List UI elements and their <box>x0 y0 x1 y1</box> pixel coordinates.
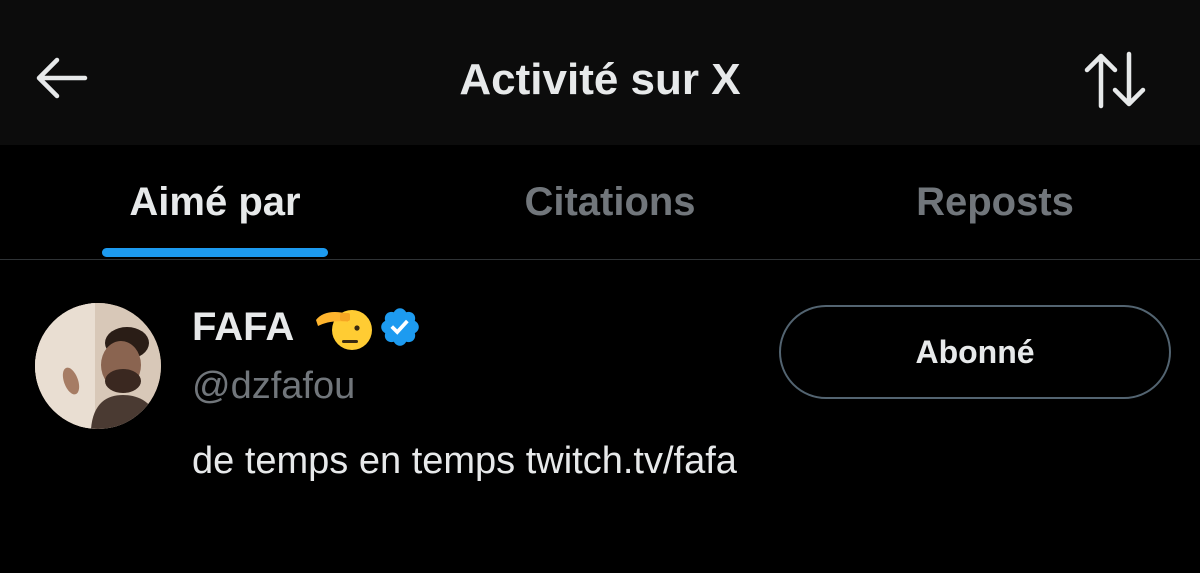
tab-bar: Aimé par Citations Reposts <box>0 145 1200 260</box>
tab-quotes[interactable]: Citations <box>490 145 730 259</box>
user-handle[interactable]: @dzfafou <box>192 362 355 410</box>
sort-button[interactable] <box>1080 48 1150 112</box>
sort-arrows-icon <box>1084 51 1146 109</box>
avatar-photo <box>35 303 161 429</box>
page-title: Activité sur X <box>459 55 741 104</box>
user-bio: de temps en temps twitch.tv/fafa <box>192 440 737 482</box>
verified-badge-icon <box>376 303 424 351</box>
salute-emoji-icon <box>312 302 374 352</box>
user-name-row: FAFA <box>192 302 424 352</box>
following-button[interactable]: Abonné <box>779 305 1171 399</box>
user-display-name[interactable]: FAFA <box>192 302 294 352</box>
active-tab-indicator <box>102 248 328 257</box>
tab-reposts[interactable]: Reposts <box>880 145 1110 259</box>
top-bar: Activité sur X <box>0 0 1200 145</box>
avatar[interactable] <box>35 303 161 429</box>
tab-liked-by[interactable]: Aimé par <box>100 145 330 259</box>
